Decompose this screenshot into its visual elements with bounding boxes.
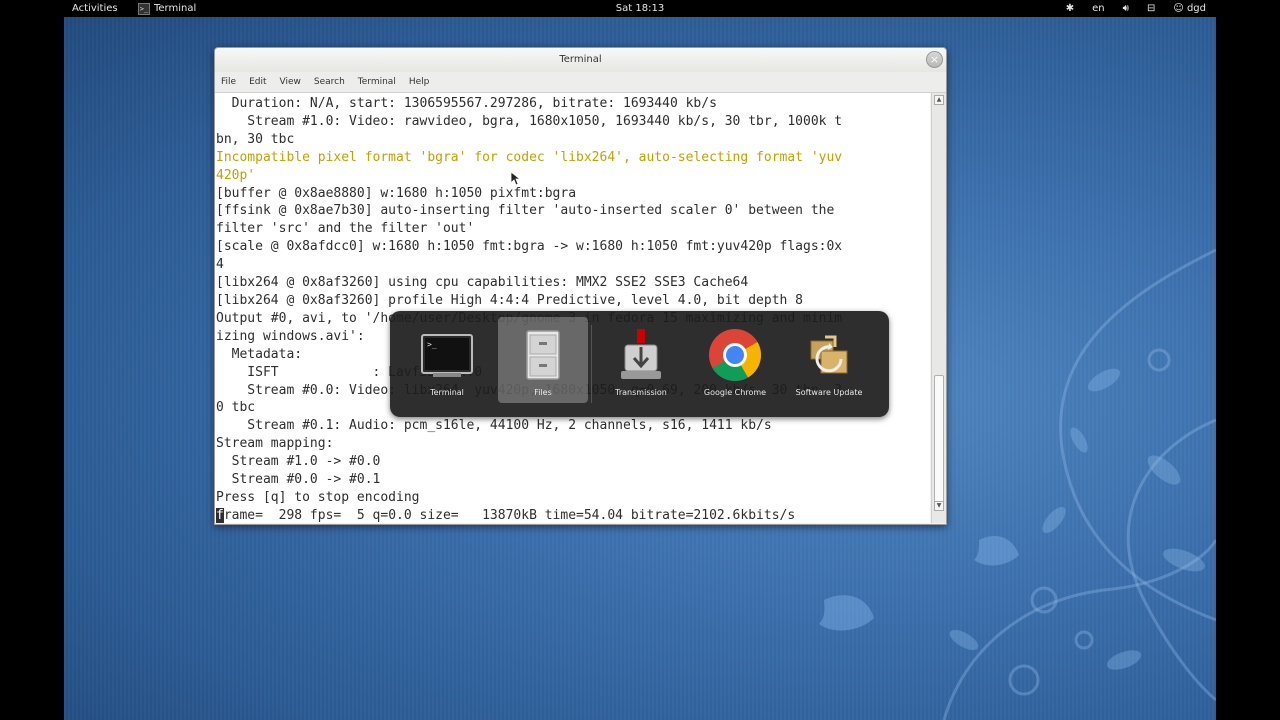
desktop: Activities >_ Terminal Sat 18:13 ✱ en 🔊︎… (64, 0, 1216, 720)
terminal-text: Duration: N/A, start: 1306595567.297286,… (215, 93, 930, 523)
switcher-item-label: Software Update (795, 388, 863, 397)
terminal-line: Stream #0.1: Audio: pcm_s16le, 44100 Hz,… (216, 418, 772, 434)
terminal-line: [libx264 @ 0x8af3260] using cpu capabili… (216, 275, 749, 291)
switcher-item-transmission[interactable]: Transmission (596, 317, 686, 403)
window-title: Terminal (559, 54, 602, 65)
switcher-item-label: Google Chrome (703, 388, 767, 397)
terminal-line: 0 tbc (216, 400, 256, 416)
terminal-line: [scale @ 0x8afdcc0] w:1680 h:1050 fmt:bg… (216, 239, 843, 255)
terminal-line: [libx264 @ 0x8af3260] profile High 4:4:4… (216, 292, 803, 308)
clock[interactable]: Sat 18:13 (64, 0, 1216, 17)
app-switcher: >_ Terminal Files Transmission Google Chrome… (390, 311, 889, 417)
switcher-item-google-chrome[interactable]: Google Chrome (690, 317, 780, 403)
switcher-item-label: Transmission (615, 388, 667, 397)
system-tray: ✱ en 🔊︎ ⊟ ☺ dgd (1066, 0, 1206, 17)
svg-text:>_: >_ (427, 340, 437, 349)
terminal-line: Stream mapping: (216, 436, 334, 452)
menu-item-file[interactable]: File (221, 72, 236, 92)
terminal-line: Press [q] to stop encoding (216, 489, 420, 505)
terminal-line: bn, 30 tbc (216, 131, 295, 147)
top-panel: Activities >_ Terminal Sat 18:13 ✱ en 🔊︎… (64, 0, 1216, 17)
scroll-down-icon[interactable]: ▼ (934, 501, 944, 511)
terminal-line: [ffsink @ 0x8ae7b30] auto-inserting filt… (216, 203, 835, 219)
terminal-line: 4 (216, 257, 224, 273)
terminal-line: Duration: N/A, start: 1306595567.297286,… (216, 96, 717, 111)
user-menu[interactable]: ☺ dgd (1173, 0, 1206, 17)
keyboard-language[interactable]: en (1092, 0, 1105, 17)
menu-bar: File Edit View Search Terminal Help (215, 72, 946, 93)
terminal-line: izing windows.avi': (216, 328, 365, 344)
terminal-line: Metadata: (216, 346, 303, 362)
bluetooth-icon[interactable]: ✱ (1066, 0, 1074, 17)
switcher-item-label: Terminal (430, 388, 464, 397)
terminal-line: Stream #1.0: Video: rawvideo, bgra, 1680… (216, 113, 843, 129)
user-name: dgd (1186, 3, 1206, 14)
menu-item-search[interactable]: Search (314, 72, 345, 92)
volume-icon[interactable]: 🔊︎ (1123, 0, 1129, 17)
switcher-separator (591, 325, 592, 403)
switcher-item-label: Files (534, 388, 552, 397)
menu-item-terminal[interactable]: Terminal (358, 72, 396, 92)
terminal-line: Stream #0.0 -> #0.1 (216, 472, 381, 488)
terminal-line: Incompatible pixel format 'bgra' for cod… (216, 149, 843, 165)
network-icon[interactable]: ⊟ (1147, 0, 1155, 17)
switcher-item-terminal[interactable]: >_ Terminal (402, 317, 492, 403)
terminal-line: filter 'src' and the filter 'out' (216, 221, 475, 237)
close-icon: × (929, 53, 940, 66)
scrollbar-thumb[interactable] (934, 375, 944, 505)
switcher-item-files[interactable]: Files (498, 317, 588, 403)
terminal-window: Terminal × File Edit View Search Terminal Hel… (214, 47, 947, 525)
menu-item-edit[interactable]: Edit (249, 72, 266, 92)
terminal-output[interactable]: Duration: N/A, start: 1306595567.297286,… (215, 93, 930, 523)
menu-item-view[interactable]: View (280, 72, 301, 92)
menu-item-help[interactable]: Help (409, 72, 430, 92)
close-button[interactable]: × (926, 51, 943, 68)
user-icon: ☺ (1173, 3, 1184, 14)
scrollbar[interactable]: ▲ ▼ (931, 93, 946, 523)
mouse-pointer-icon (511, 172, 521, 186)
text-cursor: f (216, 507, 224, 523)
switcher-item-software-update[interactable]: Software Update (784, 317, 874, 403)
scroll-up-icon[interactable]: ▲ (934, 95, 944, 105)
progress-status: rame= 298 fps= 5 q=0.0 size= 13870kB tim… (223, 507, 796, 523)
terminal-line: 420p' (216, 167, 256, 183)
window-titlebar[interactable]: Terminal × (215, 48, 946, 72)
terminal-line: Stream #1.0 -> #0.0 (216, 454, 381, 470)
terminal-line: [buffer @ 0x8ae8880] w:1680 h:1050 pixfm… (216, 185, 577, 201)
terminal-line: frame= 298 fps= 5 q=0.0 size= 13870kB ti… (216, 507, 796, 523)
